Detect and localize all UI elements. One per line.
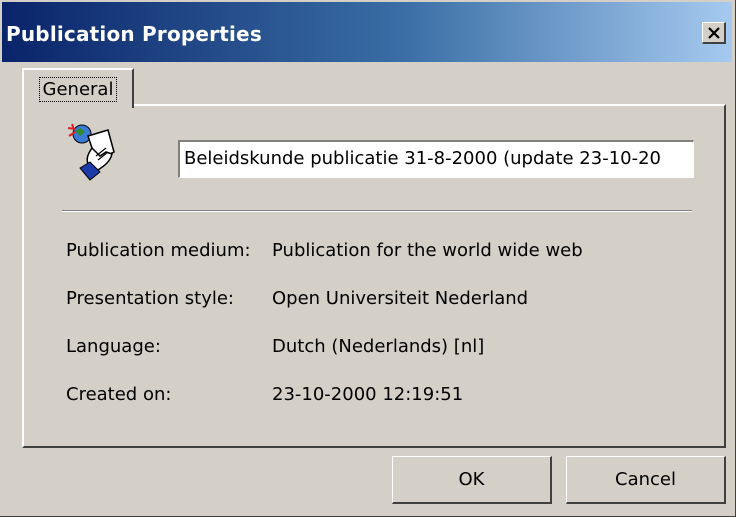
tab-general[interactable]: General bbox=[22, 68, 134, 108]
separator bbox=[62, 210, 692, 212]
presentation-style-value: Open Universiteit Nederland bbox=[272, 288, 529, 309]
ok-button[interactable]: OK bbox=[392, 456, 552, 504]
created-on-label: Created on: bbox=[66, 384, 172, 405]
window-title: Publication Properties bbox=[6, 22, 262, 46]
publication-medium-value: Publication for the world wide web bbox=[272, 240, 583, 261]
language-label: Language: bbox=[66, 336, 161, 357]
created-on-value: 23-10-2000 12:19:51 bbox=[272, 384, 464, 405]
cancel-button[interactable]: Cancel bbox=[566, 456, 726, 504]
language-value: Dutch (Nederlands) [nl] bbox=[272, 336, 485, 357]
properties-dialog: Publication Properties General Beleidsku… bbox=[0, 0, 736, 517]
presentation-style-label: Presentation style: bbox=[66, 288, 234, 309]
publication-medium-label: Publication medium: bbox=[66, 240, 251, 261]
tab-general-label: General bbox=[38, 76, 118, 102]
publication-name-field[interactable]: Beleidskunde publicatie 31-8-2000 (updat… bbox=[178, 140, 694, 178]
close-button[interactable] bbox=[702, 22, 726, 44]
close-icon bbox=[707, 26, 720, 39]
publication-icon bbox=[67, 123, 115, 181]
general-tab-panel: Beleidskunde publicatie 31-8-2000 (updat… bbox=[22, 104, 726, 448]
title-bar[interactable]: Publication Properties bbox=[2, 2, 732, 62]
